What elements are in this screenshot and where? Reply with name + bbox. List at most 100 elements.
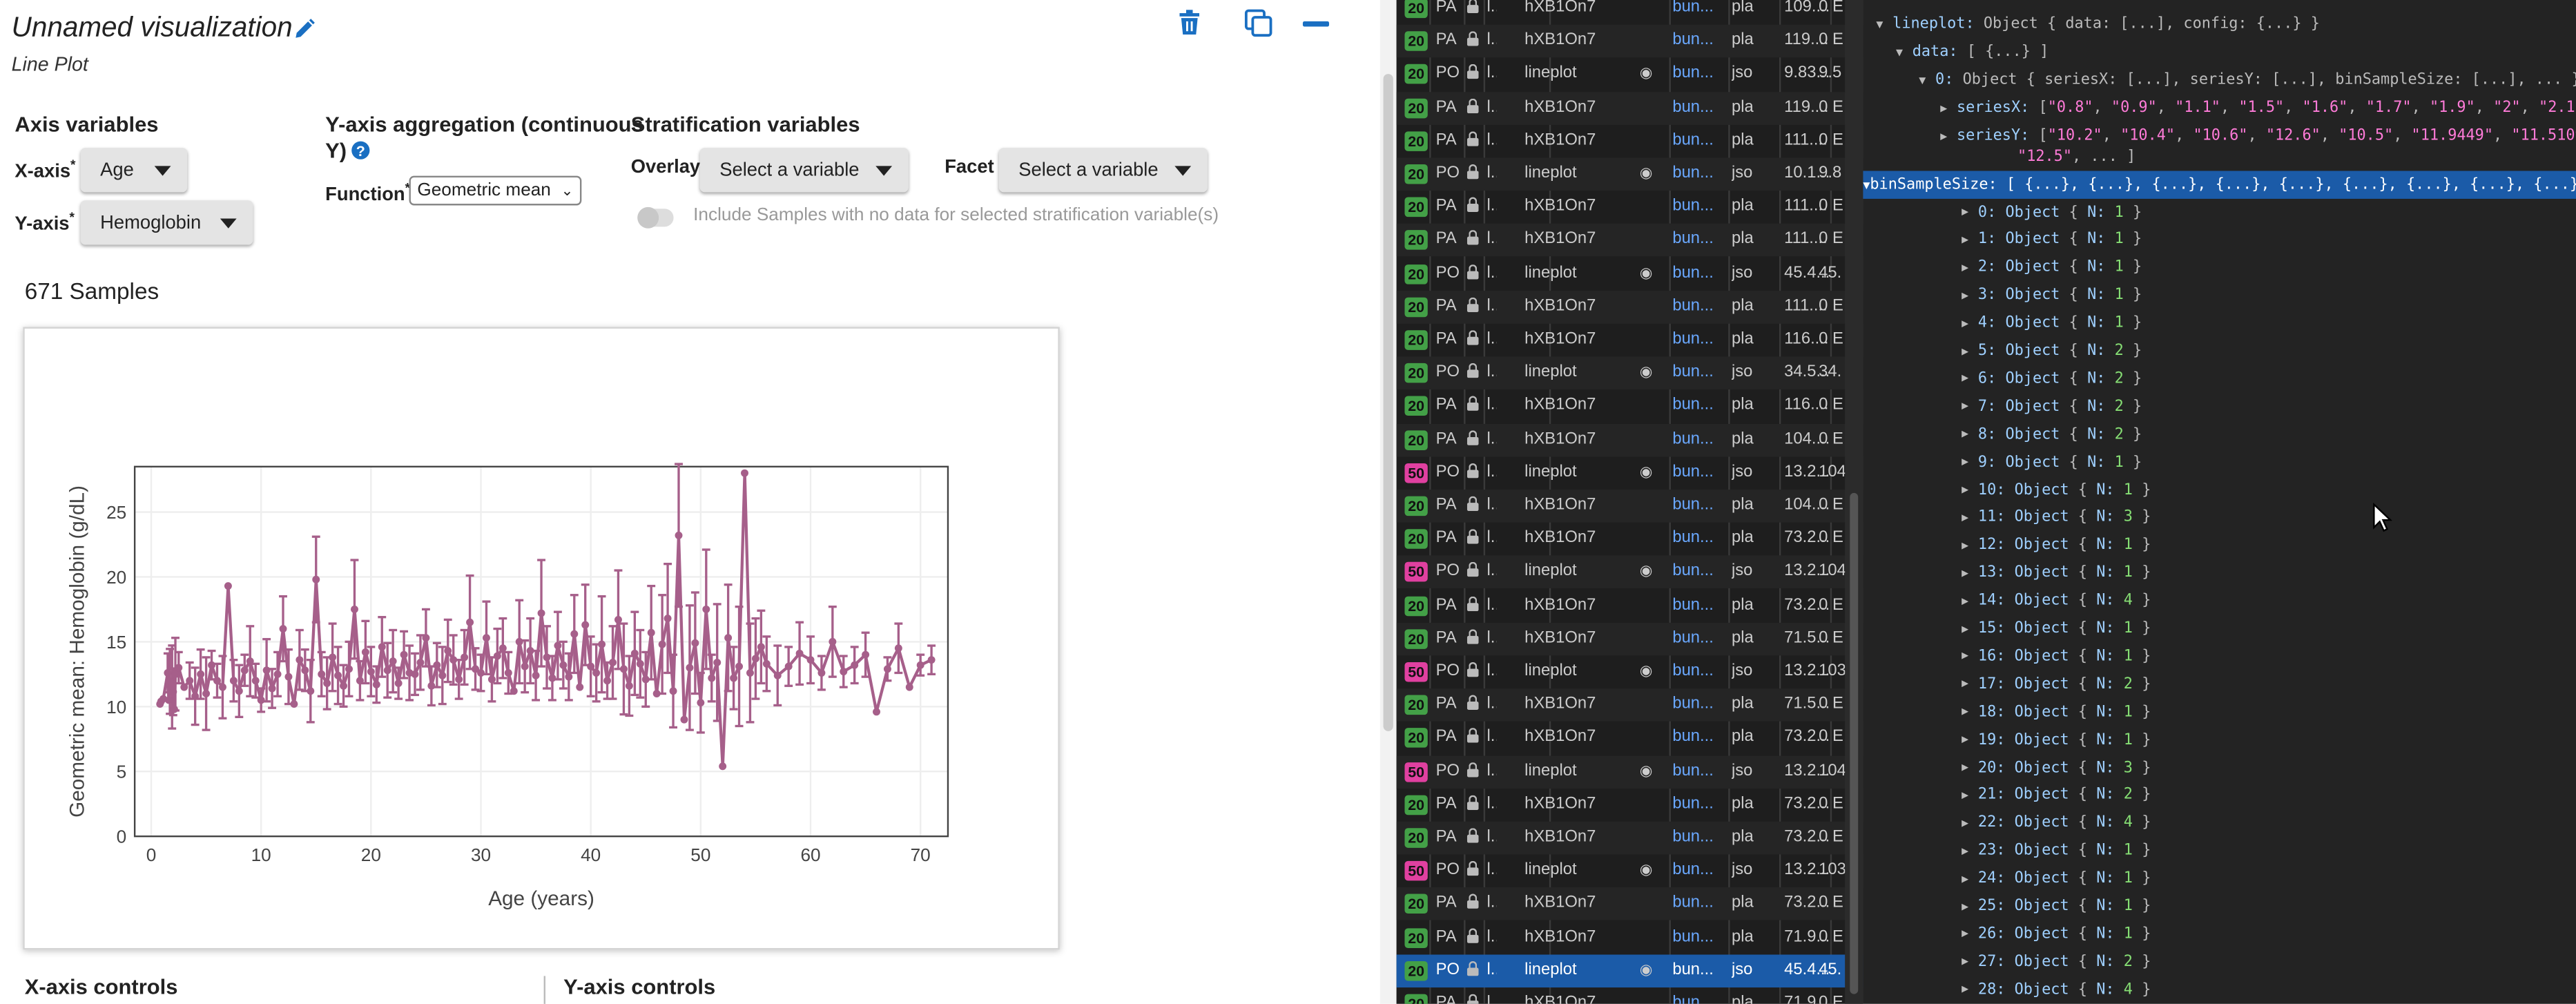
collapsed-triangle-icon[interactable]: ▶ (1962, 816, 1978, 829)
tree-node-bin[interactable]: ▶ 4: Object { N: 1 } (1962, 309, 2142, 337)
collapsed-triangle-icon[interactable]: ▶ (1962, 345, 1978, 358)
network-row[interactable]: 20PAl...hXB1On7bun...pla73.2...0 E (1397, 789, 1863, 822)
collapsed-triangle-icon[interactable]: ▶ (1962, 400, 1978, 413)
tree-node-bin[interactable]: ▶ 27: Object { N: 2 } (1962, 947, 2151, 975)
network-row[interactable]: 20PAl...hXB1On7bun...pla109....0 E (1397, 0, 1863, 25)
copy-icon[interactable] (1243, 8, 1273, 38)
tree-node-bin[interactable]: ▶ 22: Object { N: 4 } (1962, 809, 2151, 836)
collapsed-triangle-icon[interactable]: ▶ (1962, 733, 1978, 746)
network-row[interactable]: 20PAl...hXB1On7bun...pla71.9...0 E (1397, 921, 1863, 954)
expanded-triangle-icon[interactable]: ▼ (1876, 17, 1892, 30)
pencil-icon[interactable] (293, 18, 316, 41)
collapsed-triangle-icon[interactable]: ▶ (1962, 761, 1978, 774)
scrollbar-thumb[interactable] (1383, 74, 1393, 731)
network-row[interactable]: 20POl...lineplot◉bun...jso10.1...9.8 (1396, 157, 1863, 191)
network-row[interactable]: 20PAl...hXB1On7bun...pla111....0 E (1396, 290, 1863, 324)
tree-node-bin[interactable]: ▶ 15: Object { N: 1 } (1962, 615, 2151, 642)
collapsed-triangle-icon[interactable]: ▶ (1962, 622, 1978, 635)
tree-node-bin[interactable]: ▶ 14: Object { N: 4 } (1962, 587, 2151, 615)
network-row[interactable]: 20PAl...hXB1On7bun...pla104....0 E (1396, 490, 1863, 523)
network-row[interactable]: 20POl...lineplot◉bun...jso34.5...34. (1396, 356, 1863, 390)
network-row[interactable]: 20PAl...hXB1On7bun...pla116....0 E (1397, 324, 1863, 357)
network-row[interactable]: 20POl...lineplot◉bun...jso45.4...45. (1397, 258, 1863, 291)
tree-node-bin[interactable]: ▶ 1: Object { N: 1 } (1962, 226, 2142, 253)
collapsed-triangle-icon[interactable]: ▶ (1962, 650, 1978, 663)
network-row[interactable]: 20PAl...hXB1On7bun...pla111....0 E (1397, 124, 1863, 157)
collapsed-triangle-icon[interactable]: ▶ (1962, 927, 1978, 940)
tree-node-binSampleSize[interactable]: ▼ binSampleSize: [ {...}, {...}, {...}, … (1863, 171, 2576, 199)
network-row[interactable]: 20PAl...hXB1On7bun...pla71.9...0 E (1397, 987, 1863, 1004)
collapsed-triangle-icon[interactable]: ▶ (1962, 289, 1978, 302)
tree-node-seriesX[interactable]: ▶ seriesX: [ "0.8", "0.9", "1.1", "1.5",… (1940, 94, 2576, 122)
tree-node-bin[interactable]: ▶ 28: Object { N: 4 } (1962, 976, 2151, 1003)
tree-node-bin[interactable]: ▶ 5: Object { N: 2 } (1962, 337, 2142, 365)
tree-node-bin[interactable]: ▶ 3: Object { N: 1 } (1962, 281, 2142, 309)
collapsed-triangle-icon[interactable]: ▶ (1962, 483, 1978, 496)
page-scrollbar[interactable] (1379, 0, 1397, 1004)
collapsed-triangle-icon[interactable]: ▶ (1962, 594, 1978, 607)
tree-node-bin[interactable]: ▶ 25: Object { N: 1 } (1962, 892, 2151, 920)
collapsed-triangle-icon[interactable]: ▶ (1962, 539, 1978, 552)
tree-node-bin[interactable]: ▶ 10: Object { N: 1 } (1962, 476, 2151, 503)
tree-node-0[interactable]: ▼ 0: Object { seriesX: [...], seriesY: [… (1919, 66, 2576, 93)
network-row[interactable]: 20PAl...hXB1On7bun...pla111....0 E (1396, 224, 1863, 258)
line-plot-chart[interactable]: 0 10 20 30 40 50 60 70 0 5 10 15 20 25 Age (years) Geom… (25, 329, 1061, 952)
network-row[interactable]: 50POl...lineplot◉bun...jso13.2...104 (1396, 755, 1863, 789)
scrollbar-thumb[interactable] (1850, 492, 1859, 994)
x-axis-select-button[interactable]: Age (80, 148, 188, 193)
tree-node-bin[interactable]: ▶ 2: Object { N: 1 } (1962, 253, 2142, 281)
tree-node-bin[interactable]: ▶ 18: Object { N: 1 } (1962, 698, 2151, 726)
network-row[interactable]: 20PAl...hXB1On7bun...pla104....0 E (1396, 423, 1863, 456)
tree-node-bin[interactable]: ▶ 16: Object { N: 1 } (1962, 642, 2151, 670)
collapsed-triangle-icon[interactable]: ▶ (1962, 566, 1978, 579)
network-row[interactable]: 50POl...lineplot◉bun...jso13.2...104 (1396, 556, 1863, 589)
collapsed-triangle-icon[interactable]: ▶ (1962, 455, 1978, 468)
tree-node-bin[interactable]: ▶ 17: Object { N: 2 } (1962, 670, 2151, 697)
tree-node-bin[interactable]: ▶ 23: Object { N: 1 } (1962, 837, 2151, 865)
collapsed-triangle-icon[interactable]: ▶ (1962, 205, 1978, 218)
y-axis-select-button[interactable]: Hemoglobin (80, 200, 253, 245)
collapsed-triangle-icon[interactable]: ▶ (1962, 983, 1978, 996)
tree-node-lineplot[interactable]: ▼ lineplot: Object { data: [...], config… (1876, 10, 2320, 37)
tree-node-bin[interactable]: ▶ 0: Object { N: 1 } (1962, 198, 2142, 226)
network-row[interactable]: 50POl...lineplot◉bun...jso13.2...104 (1397, 456, 1863, 490)
collapsed-triangle-icon[interactable]: ▶ (1962, 900, 1978, 913)
collapsed-triangle-icon[interactable]: ▶ (1962, 372, 1978, 385)
tree-node-bin[interactable]: ▶ 6: Object { N: 2 } (1962, 365, 2142, 392)
tree-node-bin[interactable]: ▶ 20: Object { N: 3 } (1962, 753, 2151, 781)
network-row[interactable]: 20PAl...hXB1On7bun...pla71.5...0 E (1396, 688, 1863, 722)
collapsed-triangle-icon[interactable]: ▶ (1940, 129, 1957, 142)
tree-node-bin[interactable]: ▶ 11: Object { N: 3 } (1962, 503, 2151, 531)
network-row[interactable]: 20PAl...hXB1On7bun...pla73.2...0 E (1397, 589, 1863, 622)
collapsed-triangle-icon[interactable]: ▶ (1962, 261, 1978, 274)
collapsed-triangle-icon[interactable]: ▶ (1962, 677, 1978, 691)
collapsed-triangle-icon[interactable]: ▶ (1962, 427, 1978, 441)
network-row[interactable]: 50POl...lineplot◉bun...jso13.2...103 (1397, 855, 1863, 888)
collapsed-triangle-icon[interactable]: ▶ (1962, 316, 1978, 329)
collapsed-triangle-icon[interactable]: ▶ (1962, 955, 1978, 968)
collapsed-triangle-icon[interactable]: ▶ (1940, 101, 1957, 114)
network-row[interactable]: 20POl...lineplot◉bun...jso45.4...45. (1396, 954, 1863, 987)
network-row[interactable]: 20PAl...hXB1On7bun...pla111....0 E (1397, 191, 1863, 224)
network-row[interactable]: 20PAl...hXB1On7bun...pla73.2...0 E (1397, 722, 1863, 755)
page-title[interactable]: Unnamed visualization (12, 12, 293, 45)
network-row[interactable]: 20PAl...hXB1On7bun...pla73.2...0 E (1397, 523, 1863, 556)
collapsed-triangle-icon[interactable]: ▶ (1962, 233, 1978, 247)
collapsed-triangle-icon[interactable]: ▶ (1962, 872, 1978, 885)
network-row[interactable]: 20PAl...hXB1On7bun...pla73.2...0 E (1396, 821, 1863, 855)
tree-node-bin[interactable]: ▶ 8: Object { N: 2 } (1962, 420, 2142, 447)
tree-node-bin[interactable]: ▶ 19: Object { N: 1 } (1962, 726, 2151, 753)
network-row[interactable]: 20PAl...hXB1On7bun...pla119....0 E (1396, 25, 1863, 58)
trash-icon[interactable] (1174, 8, 1204, 38)
network-scrollbar[interactable] (1845, 0, 1863, 1004)
tree-node-bin[interactable]: ▶ 24: Object { N: 1 } (1962, 865, 2151, 892)
tree-node-data[interactable]: ▼ data: [ {...} ] (1896, 38, 2049, 66)
collapsed-triangle-icon[interactable]: ▶ (1962, 789, 1978, 802)
network-row[interactable]: 20PAl...hXB1On7bun...pla119....0 E (1396, 91, 1863, 124)
network-row[interactable]: 20PAl...hXB1On7bun...pla73.2...0 E (1396, 887, 1863, 921)
minimize-icon[interactable] (1301, 8, 1331, 38)
collapsed-triangle-icon[interactable]: ▶ (1962, 511, 1978, 524)
tree-node-bin[interactable]: ▶ 7: Object { N: 2 } (1962, 392, 2142, 420)
expanded-triangle-icon[interactable]: ▼ (1919, 73, 1935, 86)
overlay-select-button[interactable]: Select a variable (699, 148, 909, 193)
